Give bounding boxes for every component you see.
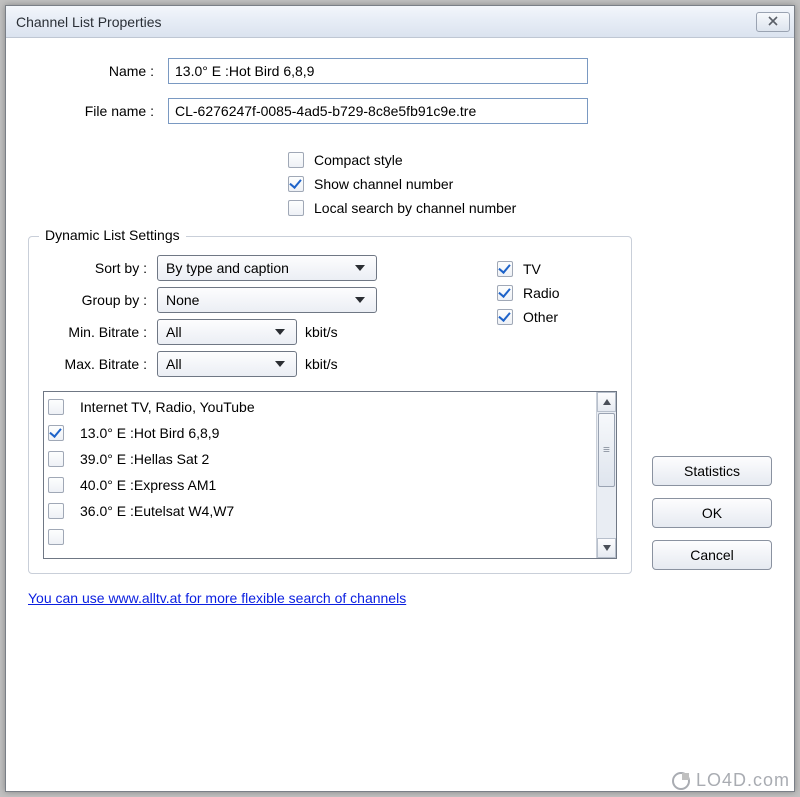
scroll-down-button[interactable]	[597, 538, 616, 558]
filename-row: File name :	[28, 98, 772, 124]
dynamic-list-settings-group: Dynamic List Settings Sort by : By type …	[28, 236, 632, 574]
min-bitrate-label: Min. Bitrate :	[43, 324, 157, 340]
filename-input[interactable]	[168, 98, 588, 124]
dynamic-settings-left: Sort by : By type and caption Group by :…	[43, 249, 471, 383]
local-search-option[interactable]: Local search by channel number	[288, 200, 772, 216]
dialog-window: Channel List Properties Name : File name…	[5, 5, 795, 792]
list-item-label: 13.0° E :Hot Bird 6,8,9	[80, 425, 219, 441]
statistics-button[interactable]: Statistics	[652, 456, 772, 486]
channel-listbox-items: Internet TV, Radio, YouTube 13.0° E :Hot…	[44, 392, 596, 558]
chevron-down-icon	[603, 543, 611, 554]
max-bitrate-unit: kbit/s	[305, 356, 338, 372]
watermark-text: LO4D.com	[696, 770, 790, 791]
ok-label: OK	[702, 505, 722, 521]
list-item-checkbox[interactable]	[48, 451, 64, 467]
close-button[interactable]	[756, 12, 790, 32]
list-item[interactable]: 36.0° E :Eutelsat W4,W7	[48, 498, 592, 524]
list-item-label: 36.0° E :Eutelsat W4,W7	[80, 503, 234, 519]
radio-filter[interactable]: Radio	[497, 285, 617, 301]
sort-by-value: By type and caption	[166, 260, 354, 276]
list-item-checkbox[interactable]	[48, 503, 64, 519]
list-item-checkbox[interactable]	[48, 425, 64, 441]
titlebar: Channel List Properties	[6, 6, 794, 38]
max-bitrate-value: All	[166, 356, 274, 372]
chevron-down-icon	[354, 263, 372, 273]
max-bitrate-combo[interactable]: All	[157, 351, 297, 377]
chevron-down-icon	[274, 359, 292, 369]
local-search-checkbox[interactable]	[288, 200, 304, 216]
list-item-label: 40.0° E :Express AM1	[80, 477, 216, 493]
show-channel-number-option[interactable]: Show channel number	[288, 176, 772, 192]
filename-label: File name :	[28, 103, 168, 119]
show-channel-number-checkbox[interactable]	[288, 176, 304, 192]
window-title: Channel List Properties	[16, 14, 756, 30]
cancel-label: Cancel	[690, 547, 734, 563]
show-channel-number-label: Show channel number	[314, 176, 453, 192]
list-item-checkbox[interactable]	[48, 399, 64, 415]
chevron-up-icon	[603, 397, 611, 408]
min-bitrate-combo[interactable]: All	[157, 319, 297, 345]
radio-checkbox[interactable]	[497, 285, 513, 301]
other-label: Other	[523, 309, 558, 325]
max-bitrate-label: Max. Bitrate :	[43, 356, 157, 372]
list-item[interactable]: Internet TV, Radio, YouTube	[48, 394, 592, 420]
watermark: LO4D.com	[672, 770, 790, 791]
other-filter[interactable]: Other	[497, 309, 617, 325]
list-item-checkbox[interactable]	[48, 529, 64, 545]
chevron-down-icon	[354, 295, 372, 305]
list-item-label: Internet TV, Radio, YouTube	[80, 399, 255, 415]
type-filter-column: TV Radio Other	[497, 249, 617, 383]
other-checkbox[interactable]	[497, 309, 513, 325]
dialog-content: Name : File name : Compact style Show ch…	[6, 38, 794, 616]
list-item-checkbox[interactable]	[48, 477, 64, 493]
close-icon	[768, 15, 778, 29]
scroll-thumb[interactable]	[598, 413, 615, 487]
name-input[interactable]	[168, 58, 588, 84]
scroll-gap	[597, 488, 616, 538]
min-bitrate-value: All	[166, 324, 274, 340]
name-label: Name :	[28, 63, 168, 79]
channel-listbox[interactable]: Internet TV, Radio, YouTube 13.0° E :Hot…	[43, 391, 617, 559]
compact-style-option[interactable]: Compact style	[288, 152, 772, 168]
radio-label: Radio	[523, 285, 560, 301]
min-bitrate-unit: kbit/s	[305, 324, 338, 340]
alltv-link[interactable]: You can use www.alltv.at for more flexib…	[28, 590, 406, 606]
tv-filter[interactable]: TV	[497, 261, 617, 277]
statistics-label: Statistics	[684, 463, 740, 479]
sort-by-combo[interactable]: By type and caption	[157, 255, 377, 281]
name-row: Name :	[28, 58, 772, 84]
tv-checkbox[interactable]	[497, 261, 513, 277]
compact-style-checkbox[interactable]	[288, 152, 304, 168]
chevron-down-icon	[274, 327, 292, 337]
tv-label: TV	[523, 261, 541, 277]
view-options: Compact style Show channel number Local …	[288, 152, 772, 216]
dynamic-settings-title: Dynamic List Settings	[39, 227, 186, 243]
list-item[interactable]: 40.0° E :Express AM1	[48, 472, 592, 498]
scroll-up-button[interactable]	[597, 392, 616, 412]
list-item[interactable]: 39.0° E :Hellas Sat 2	[48, 446, 592, 472]
ok-button[interactable]: OK	[652, 498, 772, 528]
cancel-button[interactable]: Cancel	[652, 540, 772, 570]
scrollbar[interactable]	[596, 392, 616, 558]
compact-style-label: Compact style	[314, 152, 403, 168]
sort-by-label: Sort by :	[43, 260, 157, 276]
list-item[interactable]	[48, 524, 592, 550]
watermark-icon	[672, 772, 690, 790]
action-buttons: Statistics OK Cancel	[652, 456, 772, 570]
list-item[interactable]: 13.0° E :Hot Bird 6,8,9	[48, 420, 592, 446]
local-search-label: Local search by channel number	[314, 200, 516, 216]
group-by-value: None	[166, 292, 354, 308]
group-by-label: Group by :	[43, 292, 157, 308]
list-item-label: 39.0° E :Hellas Sat 2	[80, 451, 209, 467]
group-by-combo[interactable]: None	[157, 287, 377, 313]
